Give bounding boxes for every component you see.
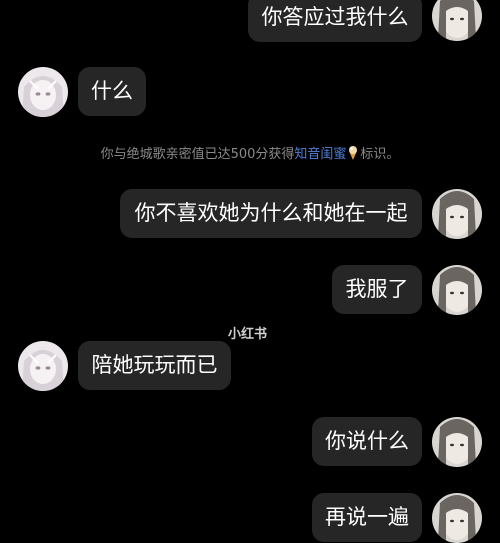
badge-name-link[interactable]: 知音闺蜜: [294, 147, 346, 162]
notice-prefix: 你与绝城歌亲密值已达500分获得: [100, 147, 295, 162]
notice-suffix: 标识。: [360, 147, 400, 162]
message-text: 你说什么: [325, 429, 409, 453]
my-avatar[interactable]: [432, 493, 482, 543]
intimacy-notice: 你与绝城歌亲密值已达500分获得知音闺蜜 标识。: [0, 143, 500, 162]
message-text: 你不喜欢她为什么和她在一起: [134, 201, 408, 225]
watermark-logo: 小红书: [228, 327, 268, 342]
message-bubble-sent[interactable]: 你说什么: [312, 417, 422, 466]
ice-cream-icon: [347, 145, 359, 161]
message-bubble-sent[interactable]: 你答应过我什么: [248, 0, 422, 42]
message-bubble-sent[interactable]: 我服了: [332, 265, 422, 314]
message-text: 什么: [91, 79, 133, 103]
message-text: 陪她玩玩而已: [91, 353, 218, 377]
message-bubble-sent[interactable]: 你不喜欢她为什么和她在一起: [120, 189, 422, 238]
my-avatar[interactable]: [432, 417, 482, 467]
message-bubble-received[interactable]: 陪她玩玩而已: [78, 341, 231, 390]
my-avatar[interactable]: [432, 189, 482, 239]
message-text: 我服了: [345, 277, 409, 301]
message-bubble-received[interactable]: 什么: [78, 67, 146, 116]
my-avatar[interactable]: [432, 0, 482, 41]
my-avatar[interactable]: [432, 265, 482, 315]
message-bubble-sent[interactable]: 再说一遍: [312, 493, 422, 542]
contact-avatar[interactable]: [18, 341, 68, 391]
message-text: 再说一遍: [325, 505, 409, 529]
message-text: 你答应过我什么: [261, 5, 409, 29]
contact-avatar[interactable]: [18, 67, 68, 117]
